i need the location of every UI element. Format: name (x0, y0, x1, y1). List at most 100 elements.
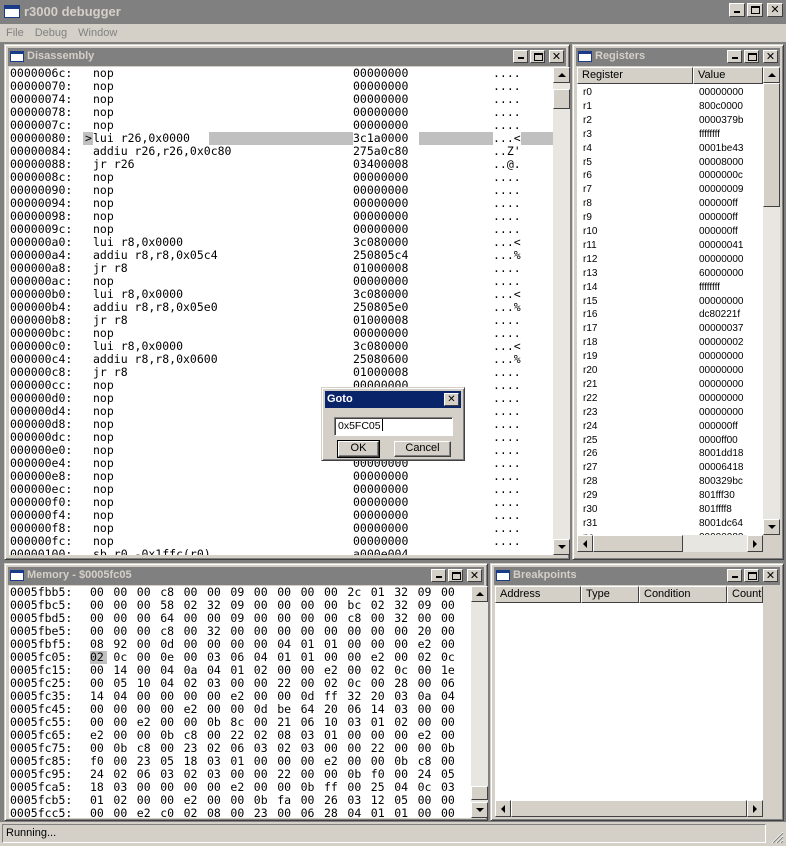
column-count[interactable]: Count (727, 586, 763, 603)
register-row[interactable]: r30 801ffff8 (577, 503, 763, 517)
disassembly-row[interactable]: 000000fc: nop 00000000.... (9, 535, 553, 548)
memory-byte[interactable]: 08 (207, 807, 224, 819)
disassembly-row[interactable]: 000000ac: nop 00000000.... (9, 275, 553, 288)
memory-byte[interactable]: 00 (230, 807, 247, 819)
register-row[interactable]: r1 800c0000 (577, 100, 763, 114)
minimize-button[interactable] (729, 3, 745, 17)
memory-minimize-button[interactable] (431, 569, 446, 582)
register-row[interactable]: r6 0000000c (577, 169, 763, 183)
memory-byte[interactable]: c0 (160, 807, 177, 819)
breakpoints-hscrollbar[interactable] (495, 800, 763, 817)
scroll-left-button[interactable] (577, 535, 593, 552)
breakpoints-titlebar[interactable]: Breakpoints ✕ (494, 567, 780, 585)
scroll-thumb[interactable] (511, 800, 747, 817)
memory-byte[interactable]: 06 (301, 807, 318, 819)
scroll-up-button[interactable] (471, 586, 488, 602)
goto-dialog[interactable]: Goto ✕ 0x5FC05 OK Cancel (321, 387, 465, 461)
scroll-thumb[interactable] (553, 89, 570, 109)
disassembly-row[interactable]: 000000b4: addiu r8,r8,0x05e0 250805e0...% (9, 301, 553, 314)
breakpoints-window[interactable]: Breakpoints ✕ Address Type Condition Cou… (490, 563, 784, 821)
goto-address-input[interactable]: 0x5FC05 (334, 417, 453, 436)
disassembly-row[interactable]: 0000008c: nop 00000000.... (9, 171, 553, 184)
disassembly-row[interactable]: 00000078: nop 00000000.... (9, 106, 553, 119)
register-row[interactable]: r7 00000009 (577, 183, 763, 197)
disassembly-row[interactable]: 00000084: addiu r26,r26,0x0c80 275a0c80 ..Z… (9, 145, 553, 158)
disassembly-row[interactable]: 000000e8: nop 00000000.... (9, 470, 553, 483)
disassembly-row[interactable]: 0000009c: nop 00000000.... (9, 223, 553, 236)
disassembly-row[interactable]: 000000bc: nop 00000000.... (9, 327, 553, 340)
goto-close-button[interactable]: ✕ (444, 393, 459, 406)
registers-vscrollbar[interactable] (763, 67, 780, 535)
disassembly-row[interactable]: 000000d8:nop00000000.... (9, 418, 553, 431)
scroll-thumb[interactable] (593, 535, 683, 552)
memory-maximize-button[interactable] (448, 569, 463, 582)
breakpoints-maximize-button[interactable] (744, 569, 759, 582)
disassembly-maximize-button[interactable] (530, 50, 545, 63)
register-row[interactable]: r23 00000000 (577, 406, 763, 420)
memory-byte[interactable]: 02 (184, 807, 201, 819)
disassembly-row[interactable]: 000000f4: nop 00000000.... (9, 509, 553, 522)
menu-file[interactable]: File (0, 24, 29, 42)
memory-hex-view[interactable]: 0005fbb5: 00 00 00 c8 00 00 09 00 00 00 00 2c 01 32 09 0… (9, 586, 471, 818)
register-row[interactable]: r0 00000000 (577, 86, 763, 100)
disassembly-row[interactable]: 00000088: jr r26 03400008 ..@. (9, 158, 553, 171)
register-row[interactable]: r14 ffffffff (577, 281, 763, 295)
memory-byte[interactable]: 01 (371, 807, 388, 819)
register-row[interactable]: r22 00000000 (577, 392, 763, 406)
disassembly-row[interactable]: 000000d0:nop00000000.... (9, 392, 553, 405)
scroll-down-button[interactable] (763, 519, 780, 535)
disassembly-minimize-button[interactable] (513, 50, 528, 63)
scroll-up-button[interactable] (553, 67, 570, 83)
register-row[interactable]: r25 0000ff00 (577, 434, 763, 448)
register-row[interactable]: r4 0001be43 (577, 142, 763, 156)
disassembly-row[interactable]: 000000b8: jr r8 01000008.... (9, 314, 553, 327)
register-row[interactable]: r13 60000000 (577, 267, 763, 281)
maximize-button[interactable] (747, 3, 763, 17)
disassembly-row[interactable]: 0000006c: nop 00000000.... (9, 67, 553, 80)
register-row[interactable]: r28 800329bc (577, 475, 763, 489)
disassembly-row[interactable]: 000000c0: lui r8,0x0000 3c080000 ...< (9, 340, 553, 353)
memory-byte[interactable]: e2 (137, 807, 154, 819)
disassembly-row[interactable]: 000000cc: nop 00000000.... (9, 379, 553, 392)
memory-byte[interactable]: 00 (113, 807, 130, 819)
memory-window[interactable]: Memory - $0005fc05 ✕ 0005fbb5: 00 00 00 c8 00… (4, 563, 488, 821)
disassembly-row[interactable]: 00000070: nop 00000000.... (9, 80, 553, 93)
scroll-left-button[interactable] (495, 800, 511, 817)
close-button[interactable]: ✕ (767, 3, 783, 17)
memory-byte[interactable]: 23 (254, 807, 271, 819)
breakpoints-minimize-button[interactable] (727, 569, 742, 582)
register-row[interactable]: r3 ffffffff (577, 128, 763, 142)
registers-list[interactable]: Register Value r0 00000000 r1 800c0000 r2 000… (577, 67, 763, 535)
scroll-down-button[interactable] (553, 539, 570, 555)
scroll-right-button[interactable] (747, 800, 763, 817)
register-row[interactable]: r2 0000379b (577, 114, 763, 128)
register-row[interactable]: r11 00000041 (577, 239, 763, 253)
register-row[interactable]: r16 dc80221f (577, 308, 763, 322)
disassembly-listing[interactable]: 0000006c: nop 00000000.... 00000070: nop 0000… (9, 67, 553, 555)
scroll-right-button[interactable] (747, 535, 763, 552)
column-register[interactable]: Register (577, 67, 693, 84)
disassembly-row[interactable]: 00000090: nop 00000000.... (9, 184, 553, 197)
registers-hscrollbar[interactable] (577, 535, 763, 552)
disassembly-row[interactable]: 000000b0: lui r8,0x0000 3c080000 ...< (9, 288, 553, 301)
column-address[interactable]: Address (495, 586, 581, 603)
disassembly-row[interactable]: 000000a4: addiu r8,r8,0x05c4 250805c4...% (9, 249, 553, 262)
memory-byte[interactable]: 00 (90, 807, 107, 819)
register-row[interactable]: r31 8001dc64 (577, 517, 763, 531)
goto-titlebar[interactable]: Goto ✕ (325, 391, 461, 408)
disassembly-row[interactable]: 000000a8: jr r8 01000008.... (9, 262, 553, 275)
register-row[interactable]: r17 00000037 (577, 322, 763, 336)
scroll-up-button[interactable] (763, 67, 780, 83)
menu-window[interactable]: Window (72, 24, 122, 42)
register-row[interactable]: r8 000000ff (577, 197, 763, 211)
register-row[interactable]: r20 00000000 (577, 364, 763, 378)
registers-minimize-button[interactable] (727, 50, 742, 63)
register-row[interactable]: r27 00006418 (577, 461, 763, 475)
disassembly-row[interactable]: 000000e4: nop 00000000.... (9, 457, 553, 470)
disassembly-row[interactable]: 000000dc:nop00000000.... (9, 431, 553, 444)
disassembly-row[interactable]: 000000c4: addiu r8,r8,0x0600 25080600...% (9, 353, 553, 366)
disassembly-row[interactable]: 00000074: nop 00000000.... (9, 93, 553, 106)
memory-byte[interactable]: 00 (441, 807, 458, 819)
memory-close-button[interactable]: ✕ (467, 569, 482, 582)
register-row[interactable]: r10 000000ff (577, 225, 763, 239)
